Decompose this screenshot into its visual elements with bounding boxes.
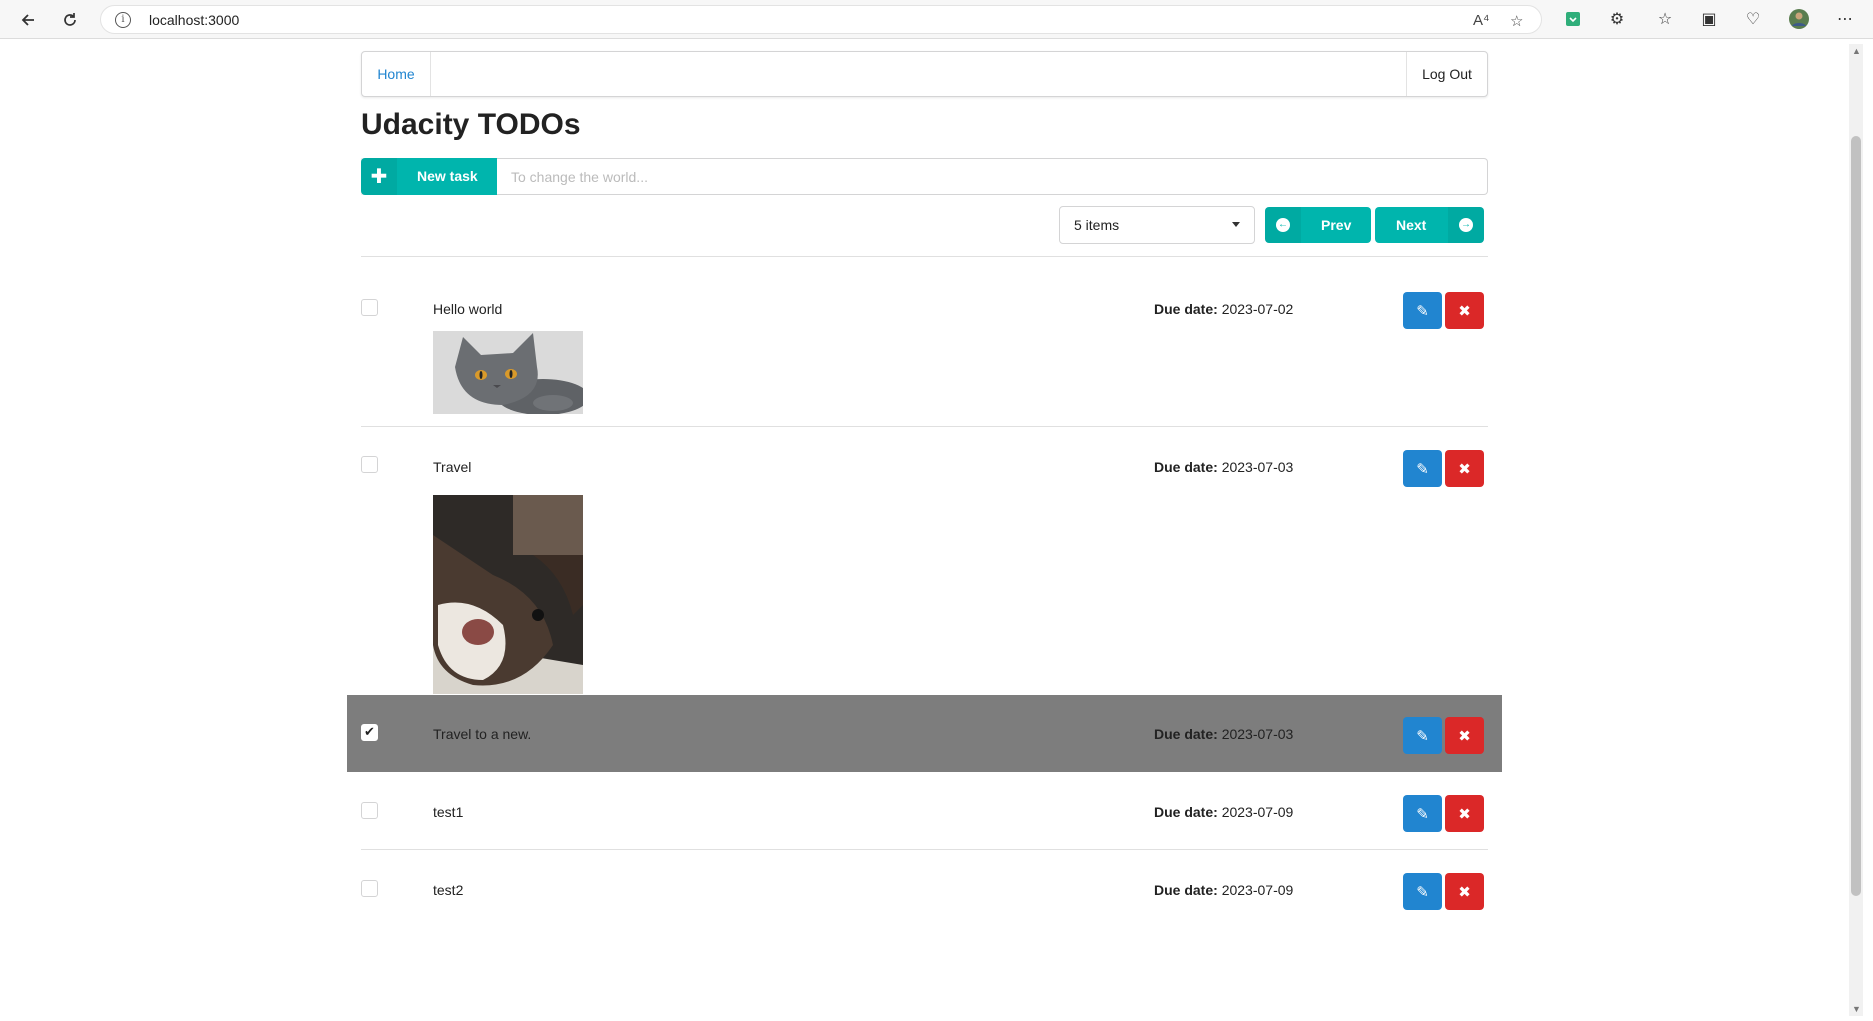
profile-avatar[interactable]: [1788, 8, 1810, 30]
home-link[interactable]: Home: [362, 52, 431, 96]
health-heart-icon[interactable]: ♡: [1742, 8, 1764, 30]
todo-checkbox[interactable]: [361, 802, 378, 819]
todo-row-done: Travel to a new. Due date: 2023-07-03 ✎ …: [347, 695, 1502, 772]
url-text: localhost:3000: [149, 12, 240, 28]
extension-shield-icon[interactable]: [1562, 8, 1584, 30]
page-content: Home Log Out Udacity TODOs ✚ New task To…: [0, 40, 1873, 1021]
todo-image-cat: [433, 331, 583, 414]
more-menu-icon[interactable]: ⋯: [1834, 8, 1856, 30]
todo-checkbox-checked[interactable]: [361, 724, 378, 741]
delete-button[interactable]: ✖: [1445, 795, 1484, 832]
edit-button[interactable]: ✎: [1403, 450, 1442, 487]
edit-button[interactable]: ✎: [1403, 292, 1442, 329]
items-per-page-value: 5 items: [1074, 217, 1120, 233]
todo-row: Travel Due date: 2023-07-03 ✎ ✖: [361, 427, 1488, 695]
todo-name: Hello world: [433, 301, 503, 317]
favorites-icon[interactable]: ☆: [1654, 8, 1676, 30]
page-title: Udacity TODOs: [361, 108, 581, 141]
due-date: 2023-07-02: [1221, 301, 1294, 317]
edit-button[interactable]: ✎: [1403, 795, 1442, 832]
todo-row: test1 Due date: 2023-07-09 ✎ ✖: [361, 772, 1488, 849]
extensions-puzzle-icon[interactable]: ⚙: [1606, 8, 1628, 30]
due-label: Due date:: [1154, 459, 1218, 475]
due-date: 2023-07-09: [1221, 804, 1294, 820]
logout-button[interactable]: Log Out: [1406, 52, 1487, 96]
browser-toolbar: i localhost:3000 A⁴ ☆ ⚙ ☆ ▣ ♡ ⋯: [0, 0, 1873, 39]
scroll-down-arrow-icon[interactable]: ▼: [1852, 1004, 1861, 1014]
plus-icon: ✚: [361, 158, 397, 195]
pencil-icon: ✎: [1416, 883, 1429, 901]
delete-button[interactable]: ✖: [1445, 873, 1484, 910]
dropdown-caret-icon: [1232, 222, 1240, 227]
new-task-row: ✚ New task To change the world...: [361, 158, 1488, 195]
pencil-icon: ✎: [1416, 460, 1429, 478]
todo-due: Due date: 2023-07-02: [1154, 301, 1293, 317]
new-task-input[interactable]: To change the world...: [497, 158, 1488, 195]
close-icon: ✖: [1458, 727, 1471, 745]
pager-row: 5 items ← Prev Next →: [361, 206, 1488, 244]
todo-checkbox[interactable]: [361, 456, 378, 473]
todo-name: Travel to a new.: [433, 726, 532, 742]
favorite-star-icon[interactable]: ☆: [1510, 12, 1523, 30]
due-date: 2023-07-03: [1221, 726, 1294, 742]
close-icon: ✖: [1458, 460, 1471, 478]
edit-button[interactable]: ✎: [1403, 717, 1442, 754]
address-bar[interactable]: i localhost:3000 A⁴ ☆: [100, 5, 1542, 34]
pencil-icon: ✎: [1416, 302, 1429, 320]
todo-due: Due date: 2023-07-09: [1154, 882, 1293, 898]
back-arrow-icon[interactable]: [16, 8, 40, 32]
due-label: Due date:: [1154, 804, 1218, 820]
delete-button[interactable]: ✖: [1445, 450, 1484, 487]
todo-due: Due date: 2023-07-03: [1154, 459, 1293, 475]
close-icon: ✖: [1458, 805, 1471, 823]
todo-name: Travel: [433, 459, 472, 475]
vertical-scrollbar[interactable]: ▲ ▼: [1849, 44, 1863, 1016]
site-info-icon[interactable]: i: [115, 12, 131, 28]
next-label: Next: [1396, 217, 1427, 233]
todo-due: Due date: 2023-07-03: [1154, 726, 1293, 742]
close-icon: ✖: [1458, 883, 1471, 901]
next-button[interactable]: Next →: [1375, 207, 1484, 243]
arrow-right-circle-icon: →: [1448, 207, 1484, 243]
due-label: Due date:: [1154, 726, 1218, 742]
items-per-page-select[interactable]: 5 items: [1059, 206, 1255, 244]
pencil-icon: ✎: [1416, 727, 1429, 745]
todo-checkbox[interactable]: [361, 299, 378, 316]
due-date: 2023-07-03: [1221, 459, 1294, 475]
new-task-label: New task: [417, 168, 478, 184]
due-date: 2023-07-09: [1221, 882, 1294, 898]
reload-icon[interactable]: [58, 8, 82, 32]
delete-button[interactable]: ✖: [1445, 717, 1484, 754]
top-menu: Home Log Out: [361, 51, 1488, 97]
prev-label: Prev: [1321, 217, 1352, 233]
due-label: Due date:: [1154, 301, 1218, 317]
new-task-button[interactable]: ✚ New task: [361, 158, 497, 195]
todo-row: Hello world Due date: 2023-07-02 ✎ ✖: [361, 257, 1488, 427]
todo-row: test2 Due date: 2023-07-09 ✎ ✖: [361, 850, 1488, 910]
prev-button[interactable]: ← Prev: [1265, 207, 1371, 243]
todo-name: test1: [433, 804, 464, 820]
todo-checkbox[interactable]: [361, 880, 378, 897]
todo-due: Due date: 2023-07-09: [1154, 804, 1293, 820]
collections-icon[interactable]: ▣: [1698, 8, 1720, 30]
scroll-up-arrow-icon[interactable]: ▲: [1852, 46, 1861, 56]
read-aloud-icon[interactable]: A⁴: [1473, 12, 1489, 29]
arrow-left-circle-icon: ←: [1265, 207, 1301, 243]
pencil-icon: ✎: [1416, 805, 1429, 823]
delete-button[interactable]: ✖: [1445, 292, 1484, 329]
todo-image-dog: [433, 495, 583, 694]
todo-name: test2: [433, 882, 464, 898]
scroll-thumb[interactable]: [1851, 136, 1861, 896]
edit-button[interactable]: ✎: [1403, 873, 1442, 910]
close-icon: ✖: [1458, 302, 1471, 320]
due-label: Due date:: [1154, 882, 1218, 898]
